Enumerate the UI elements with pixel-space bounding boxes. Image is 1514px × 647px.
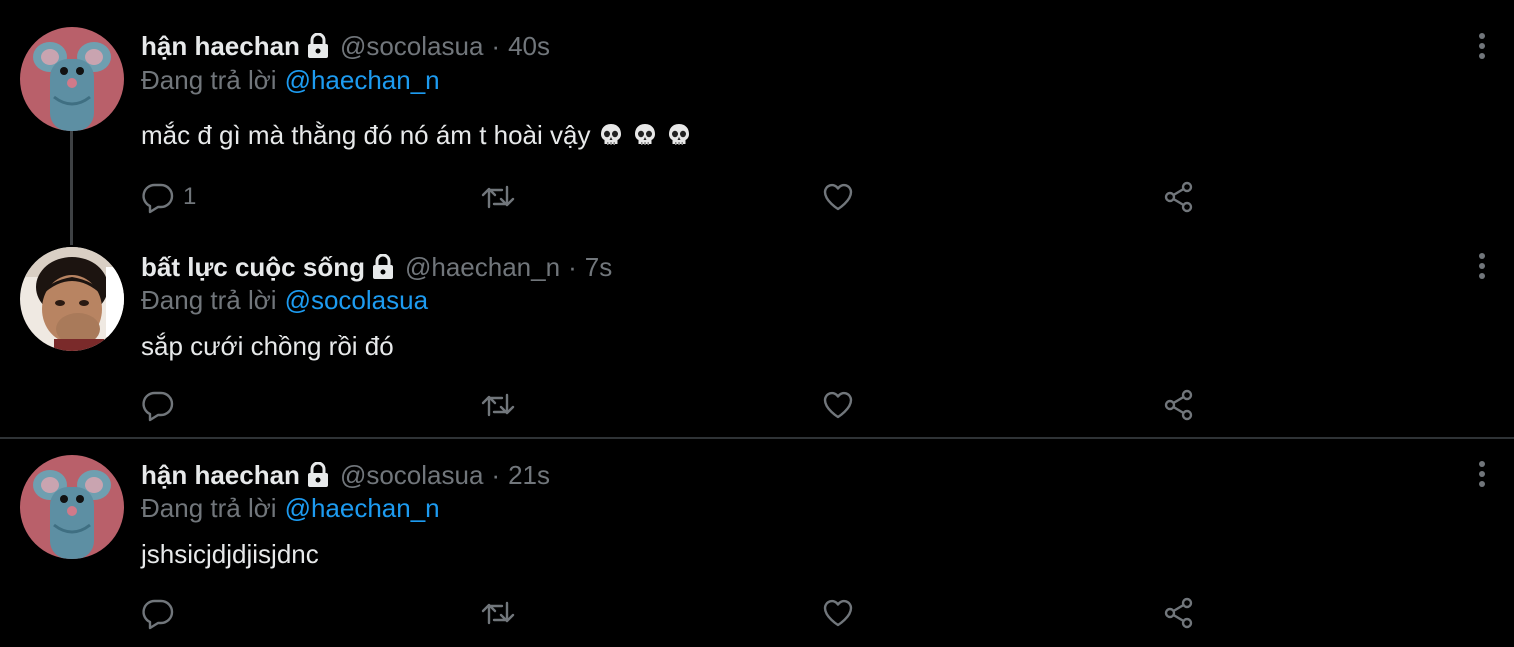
replying-to-label: Đang trả lời	[141, 285, 277, 315]
replying-to-label: Đang trả lời	[141, 493, 277, 523]
share-icon	[1162, 388, 1196, 422]
more-vertical-icon	[1474, 253, 1490, 285]
tweet-3[interactable]: hận haechan @socolasua · 21s Đang trả lờ…	[0, 439, 1514, 647]
tweet-2[interactable]: bất lực cuộc sống @haechan_n · 7s Đang t…	[0, 0, 1514, 437]
replying-to: Đang trả lời @haechan_n	[141, 492, 440, 524]
lock-icon	[306, 461, 330, 488]
reply-mention-link[interactable]: @socolasua	[285, 285, 428, 315]
tweet-text: jshsicjdjdjisjdnc	[141, 537, 319, 571]
display-name[interactable]: hận haechan	[141, 459, 300, 491]
display-name[interactable]: bất lực cuộc sống	[141, 251, 365, 283]
more-options-button[interactable]	[1474, 459, 1490, 489]
reply-icon	[141, 596, 175, 630]
reply-icon	[141, 388, 175, 422]
replying-to: Đang trả lời @socolasua	[141, 284, 428, 316]
share-button[interactable]	[1162, 388, 1196, 422]
retweet-button[interactable]	[480, 388, 516, 422]
avatar-rat[interactable]	[20, 455, 124, 559]
user-handle[interactable]: @haechan_n	[405, 251, 560, 283]
timestamp[interactable]: 7s	[585, 251, 612, 283]
tweet-header: hận haechan @socolasua · 21s	[141, 459, 550, 491]
tweet-header: bất lực cuộc sống @haechan_n · 7s	[141, 251, 612, 283]
retweet-icon	[480, 596, 516, 630]
share-icon	[1162, 596, 1196, 630]
separator-dot: ·	[568, 252, 577, 282]
tweet-body: jshsicjdjdjisjdnc	[141, 539, 319, 569]
reply-button[interactable]	[141, 388, 183, 422]
heart-icon	[821, 596, 855, 630]
more-options-button[interactable]	[1474, 251, 1490, 281]
heart-icon	[821, 388, 855, 422]
like-button[interactable]	[821, 596, 855, 630]
tweet-text: sắp cưới chồng rồi đó	[141, 329, 394, 363]
avatar-boy[interactable]	[20, 247, 124, 351]
tweet-actions	[141, 596, 1241, 632]
tweet-body: sắp cưới chồng rồi đó	[141, 331, 394, 361]
lock-icon	[371, 253, 395, 280]
more-vertical-icon	[1474, 461, 1490, 493]
timestamp[interactable]: 21s	[508, 459, 550, 491]
like-button[interactable]	[821, 388, 855, 422]
tweet-actions	[141, 388, 1241, 424]
reply-mention-link[interactable]: @haechan_n	[285, 493, 440, 523]
reply-button[interactable]	[141, 596, 183, 630]
separator-dot: ·	[491, 460, 501, 490]
timeline: hận haechan @socolasua · 40s Đang trả lờ…	[0, 0, 1514, 647]
share-button[interactable]	[1162, 596, 1196, 630]
user-handle[interactable]: @socolasua	[340, 459, 483, 491]
retweet-button[interactable]	[480, 596, 516, 630]
retweet-icon	[480, 388, 516, 422]
